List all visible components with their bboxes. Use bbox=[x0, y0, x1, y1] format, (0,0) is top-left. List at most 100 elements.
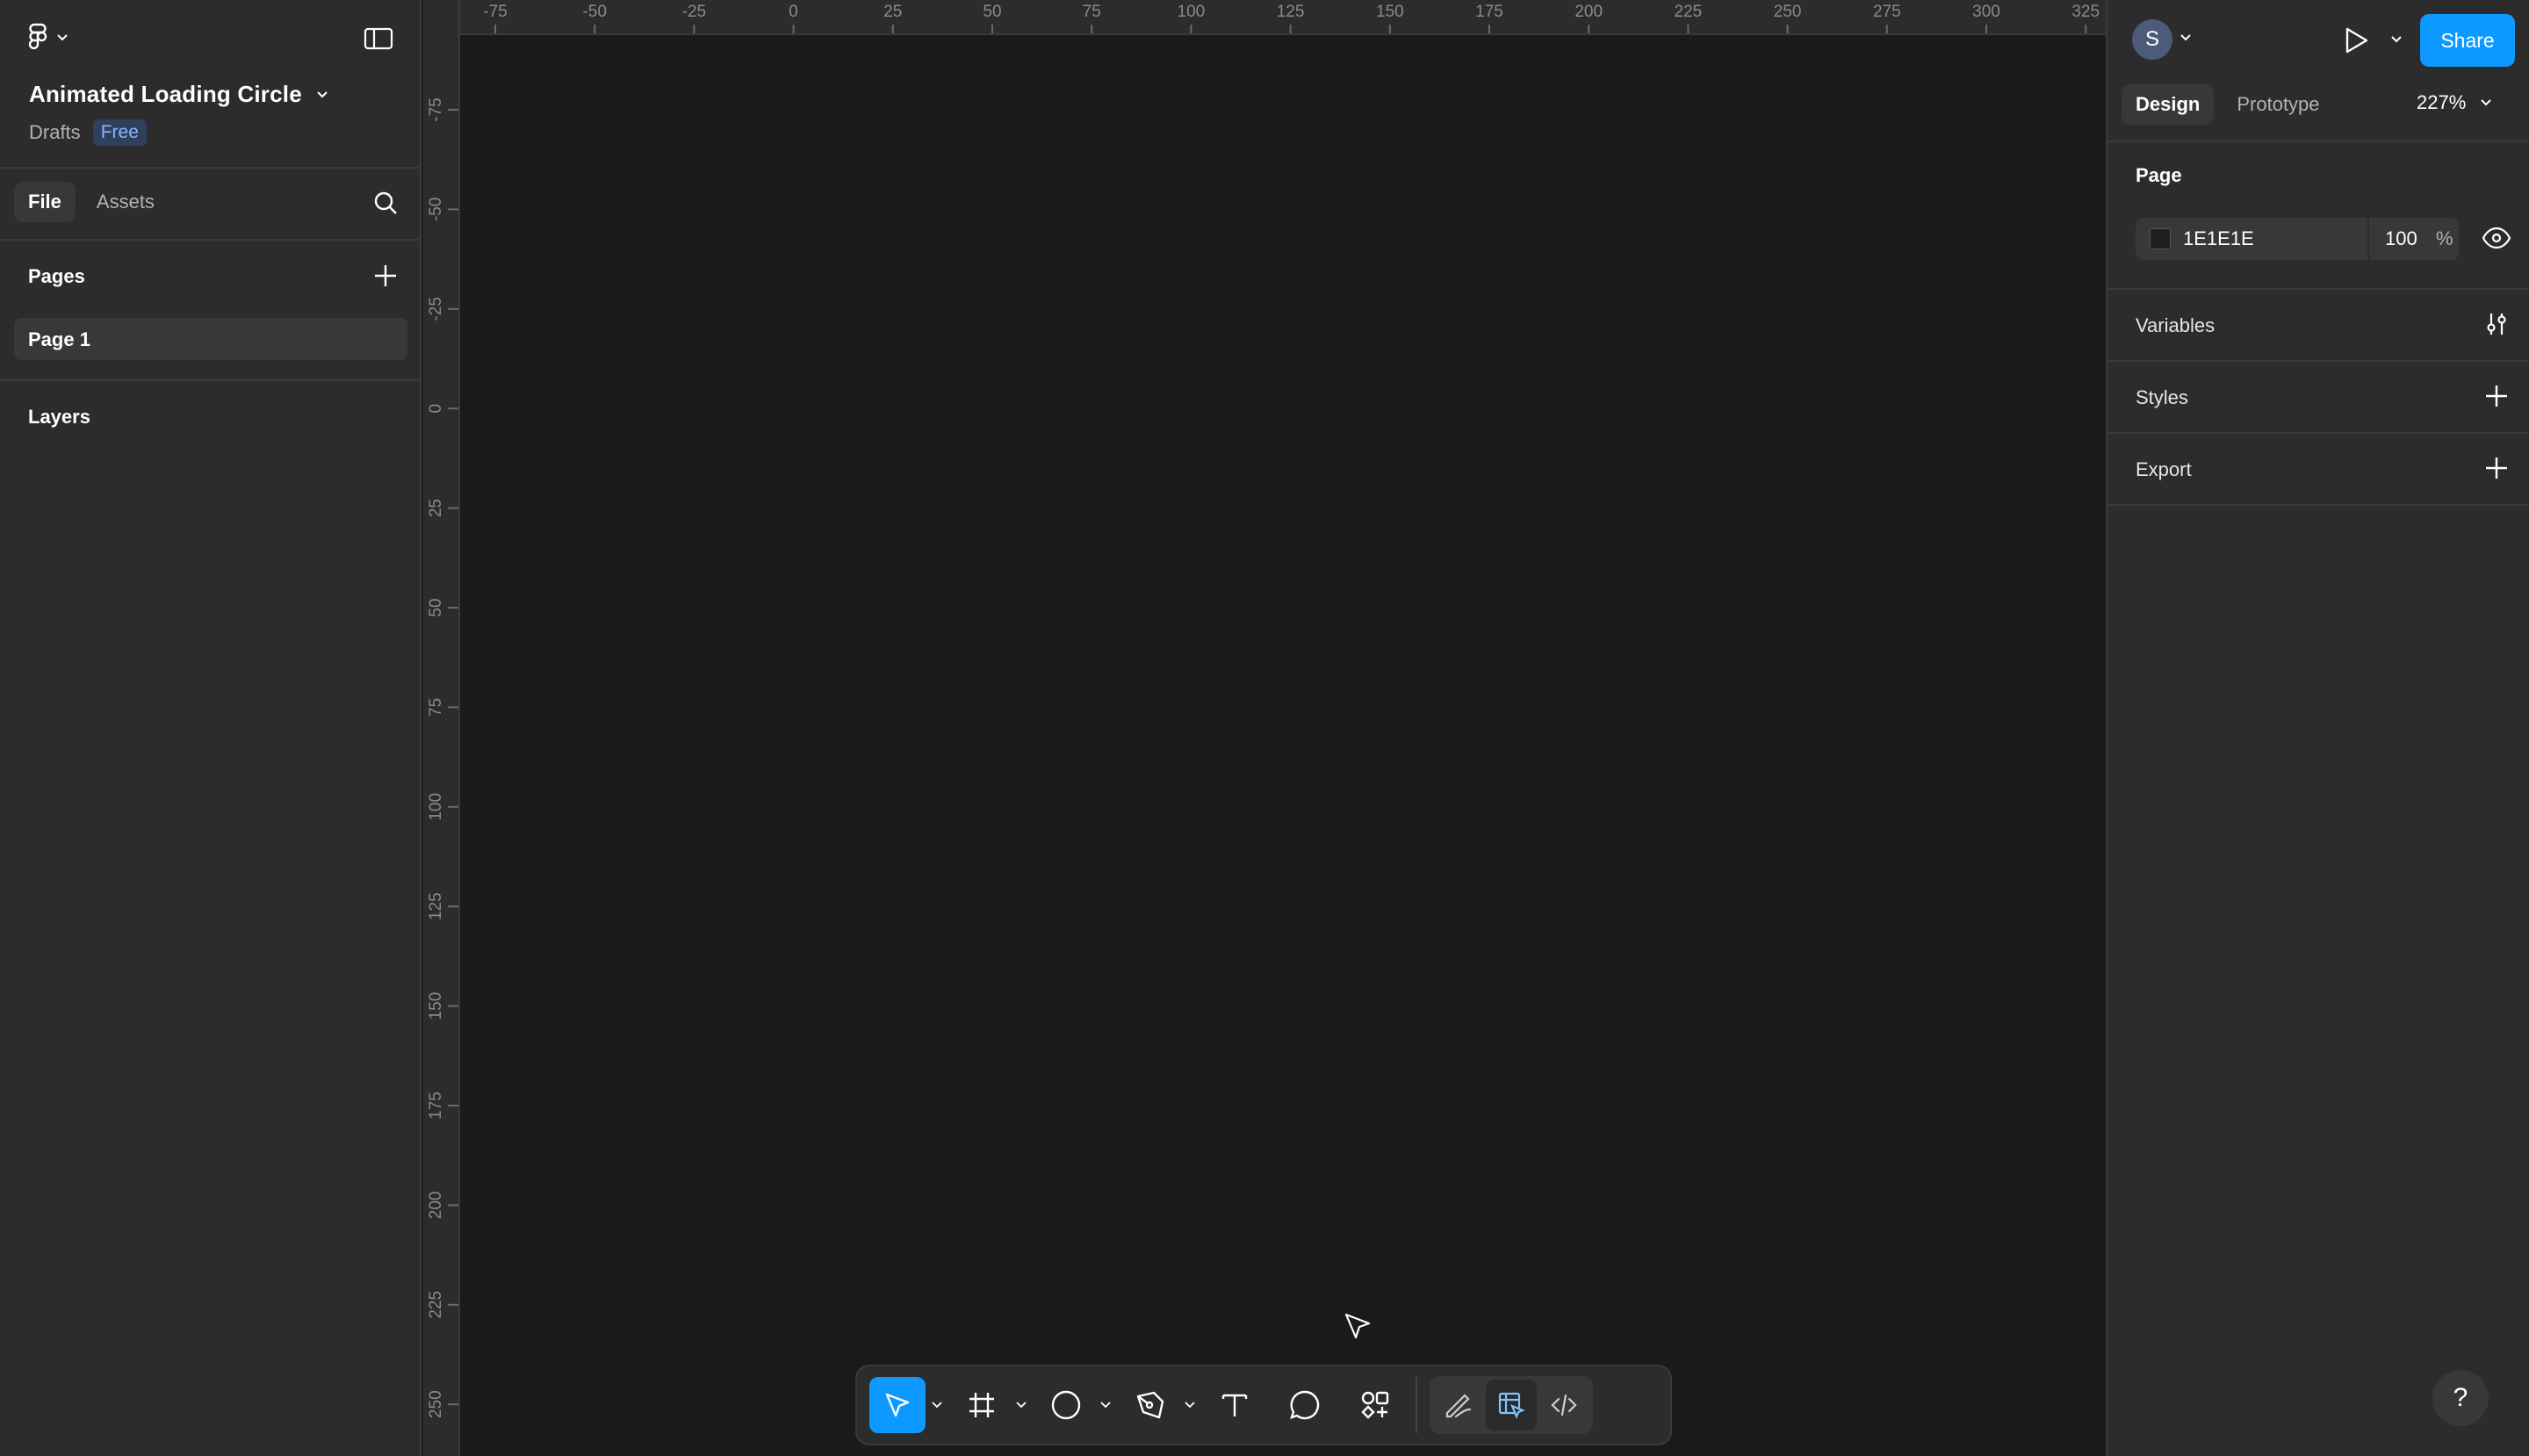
left-sidebar: Animated Loading Circle Drafts Free File… bbox=[0, 0, 422, 1456]
shape-tool-button[interactable] bbox=[1038, 1377, 1094, 1433]
tab-assets[interactable]: Assets bbox=[83, 182, 169, 222]
draw-mode-button[interactable] bbox=[1433, 1380, 1484, 1431]
search-icon bbox=[372, 190, 399, 216]
ruler-label: 125 bbox=[427, 892, 445, 920]
ruler-label: -25 bbox=[427, 297, 445, 321]
frame-tool-dropdown[interactable] bbox=[1010, 1402, 1033, 1409]
file-location[interactable]: Drafts bbox=[29, 121, 81, 144]
move-tool-dropdown[interactable] bbox=[926, 1402, 948, 1409]
divider bbox=[2108, 504, 2529, 506]
page-list-item[interactable]: Page 1 bbox=[14, 318, 407, 360]
file-location-row: Drafts Free bbox=[29, 119, 147, 146]
move-tool-button[interactable] bbox=[869, 1377, 926, 1433]
zoom-dropdown[interactable]: 227% bbox=[2417, 91, 2492, 114]
vertical-ruler: -75 -50 -25 0 25 50 75 100 125 150 175 200 225 250 bbox=[423, 0, 460, 1456]
ruler-label: 75 bbox=[427, 698, 445, 717]
sliders-icon bbox=[2483, 311, 2510, 337]
pen-tool-button[interactable] bbox=[1122, 1377, 1178, 1433]
frame-hash-icon bbox=[967, 1390, 997, 1420]
text-tool-button[interactable] bbox=[1207, 1377, 1263, 1433]
page-color-hex-input[interactable]: 1E1E1E bbox=[2183, 227, 2367, 250]
ellipse-icon bbox=[1050, 1389, 1082, 1421]
dev-mode-icon bbox=[1549, 1390, 1579, 1420]
file-title-row[interactable]: Animated Loading Circle bbox=[29, 81, 328, 108]
chevron-down-icon bbox=[2480, 98, 2492, 107]
chevron-down-icon[interactable] bbox=[316, 90, 328, 99]
add-export-button[interactable] bbox=[2483, 455, 2510, 481]
ruler-label: 175 bbox=[427, 1092, 445, 1120]
move-cursor-icon bbox=[883, 1390, 912, 1420]
design-mode-button[interactable] bbox=[1486, 1380, 1537, 1431]
ruler-label: -50 bbox=[427, 198, 445, 221]
field-divider bbox=[2367, 218, 2369, 260]
ruler-label: 250 bbox=[427, 1390, 445, 1418]
ruler-label: -25 bbox=[682, 3, 706, 21]
divider bbox=[0, 167, 422, 169]
ruler-label: 200 bbox=[427, 1192, 445, 1220]
design-mode-icon bbox=[1496, 1390, 1526, 1420]
pen-tool-dropdown[interactable] bbox=[1178, 1402, 1201, 1409]
ruler-label: 100 bbox=[1178, 3, 1206, 21]
page-color-field[interactable]: 1E1E1E 100 % bbox=[2136, 218, 2459, 260]
comment-tool-button[interactable] bbox=[1277, 1377, 1333, 1433]
shape-tool-dropdown[interactable] bbox=[1094, 1402, 1117, 1409]
dev-mode-button[interactable] bbox=[1538, 1380, 1589, 1431]
tab-design[interactable]: Design bbox=[2122, 84, 2215, 125]
mode-switcher bbox=[1430, 1376, 1593, 1434]
present-options-button[interactable] bbox=[2390, 35, 2403, 44]
add-style-button[interactable] bbox=[2483, 383, 2510, 409]
variables-button[interactable] bbox=[2483, 311, 2510, 337]
tab-prototype[interactable]: Prototype bbox=[2223, 84, 2333, 125]
chevron-down-icon bbox=[2180, 33, 2192, 42]
frame-tool-button[interactable] bbox=[954, 1377, 1010, 1433]
file-title[interactable]: Animated Loading Circle bbox=[29, 81, 302, 108]
page-section-title: Page bbox=[2136, 164, 2182, 186]
plus-icon bbox=[2483, 455, 2510, 481]
export-section-title: Export bbox=[2136, 458, 2192, 480]
ruler-label: 50 bbox=[983, 3, 1001, 21]
horizontal-ruler-scale: -75 -50 -25 0 25 50 75 100 125 150 175 200 225 250 275… bbox=[483, 3, 2100, 33]
ruler-label: 0 bbox=[427, 404, 445, 414]
present-button[interactable] bbox=[2343, 26, 2369, 54]
ruler-label: 150 bbox=[1376, 3, 1404, 21]
page-color-swatch[interactable] bbox=[2150, 228, 2171, 249]
share-button[interactable]: Share bbox=[2420, 14, 2515, 67]
toggle-visibility-button[interactable] bbox=[2482, 227, 2511, 249]
ruler-label: 200 bbox=[1574, 3, 1603, 21]
chevron-down-icon bbox=[56, 33, 68, 42]
variables-section-title: Variables bbox=[2136, 314, 2216, 336]
page-opacity-input[interactable]: 100 bbox=[2385, 227, 2429, 250]
divider bbox=[2108, 288, 2529, 290]
ruler-label: 25 bbox=[427, 499, 445, 517]
chevron-down-icon bbox=[2390, 35, 2403, 44]
ruler-label: 175 bbox=[1475, 3, 1503, 21]
sidebar-toggle-icon bbox=[364, 26, 393, 51]
opacity-unit: % bbox=[2436, 227, 2453, 249]
main-menu-button[interactable] bbox=[26, 23, 68, 53]
play-icon bbox=[2343, 26, 2369, 54]
styles-section-title: Styles bbox=[2136, 386, 2188, 408]
ruler-label: -75 bbox=[427, 97, 445, 121]
avatar-menu-button[interactable] bbox=[2180, 33, 2192, 42]
right-panel-tabs: Design Prototype bbox=[2122, 84, 2334, 125]
pen-tool-icon bbox=[1135, 1389, 1166, 1421]
ruler-label: 25 bbox=[883, 3, 902, 21]
toggle-sidebar-button[interactable] bbox=[364, 26, 393, 51]
ruler-label: 250 bbox=[1774, 3, 1802, 21]
right-sidebar: S Share Design Prototype 227% Page 1E1E1… bbox=[2106, 0, 2529, 1456]
divider bbox=[0, 239, 422, 241]
ruler-label: 225 bbox=[427, 1291, 445, 1319]
pages-section-title: Pages bbox=[28, 265, 85, 287]
ruler-label: 75 bbox=[1083, 3, 1101, 21]
search-button[interactable] bbox=[372, 190, 399, 216]
tab-file[interactable]: File bbox=[14, 182, 76, 222]
canvas[interactable] bbox=[460, 35, 2106, 1456]
ruler-label: -75 bbox=[483, 3, 507, 21]
ruler-label: 100 bbox=[427, 793, 445, 821]
actions-tool-button[interactable] bbox=[1347, 1377, 1403, 1433]
chevron-down-icon bbox=[1016, 1402, 1027, 1409]
avatar[interactable]: S bbox=[2132, 19, 2172, 60]
help-button[interactable]: ? bbox=[2432, 1370, 2489, 1426]
zoom-level: 227% bbox=[2417, 91, 2467, 113]
add-page-button[interactable] bbox=[372, 263, 399, 289]
